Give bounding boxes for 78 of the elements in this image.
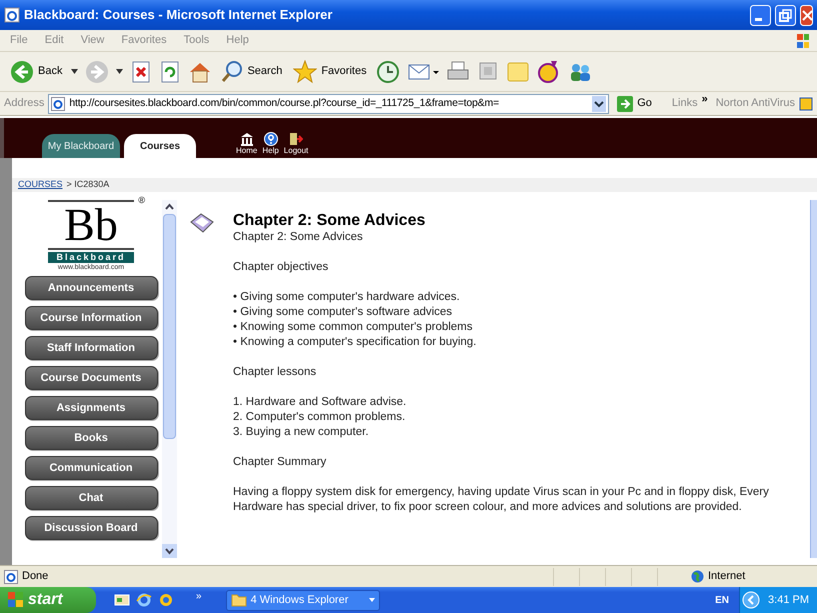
nav-link[interactable]: Help [262, 132, 279, 156]
chapter-subtitle: Chapter 2: Some Advices [233, 230, 364, 245]
stop-icon[interactable] [130, 60, 152, 84]
browser-icon[interactable] [136, 592, 152, 608]
taskbar-window-button[interactable]: 4 Windows Explorer [226, 590, 380, 610]
chapter-title: Chapter 2: Some Advices [233, 212, 426, 230]
toolbar-button[interactable]: Search [219, 56, 284, 86]
language-indicator[interactable]: EN [715, 592, 730, 608]
caret-icon [368, 598, 375, 602]
list-item: • Knowing some common computer's problems [233, 320, 474, 335]
sidebar-scrollbar[interactable] [162, 200, 177, 558]
norton-antivirus-button[interactable]: Norton AntiVirus [716, 95, 795, 112]
section-heading: Chapter objectives [233, 260, 330, 275]
logo-letters: Bb [64, 202, 118, 248]
course-menu-button[interactable]: Discussion Board [24, 516, 158, 540]
nav-link[interactable]: Logout [284, 132, 308, 156]
logo-wordmark: Blackboard [48, 252, 134, 263]
breadcrumb-link[interactable]: COURSES [18, 178, 63, 192]
content-scrollbar[interactable] [810, 200, 817, 558]
course-menu-button[interactable]: Chat [24, 486, 158, 510]
address-field[interactable]: http://coursesites.blackboard.com/bin/common/course.pl?course_id=_111725_1&frame=top&m= [48, 94, 610, 114]
chevron[interactable]: » [702, 91, 708, 108]
course-menu-button[interactable]: Books [24, 426, 158, 450]
clock: 3:41 PM [768, 592, 809, 608]
globe-icon [691, 570, 704, 583]
chevron[interactable]: » [196, 588, 202, 604]
toolbar-button[interactable]: Back [8, 56, 64, 86]
tab[interactable]: Courses [124, 134, 196, 158]
search-icon [221, 60, 244, 84]
restore-icon[interactable] [775, 4, 796, 26]
chevron-left-icon[interactable] [742, 591, 760, 609]
toolbar-button[interactable]: Favorites [291, 56, 369, 86]
building-icon [240, 132, 254, 146]
door-exit-icon [289, 132, 304, 146]
go-button[interactable]: Go [613, 95, 656, 112]
course-menu-button[interactable]: Assignments [24, 396, 158, 420]
media-player-icon[interactable] [158, 592, 174, 608]
section-heading: Chapter lessons [233, 365, 318, 380]
help-icon [264, 132, 278, 146]
diamond-folder-icon [189, 212, 215, 234]
course-menu-button[interactable]: Announcements [24, 276, 158, 300]
caret-icon[interactable] [71, 68, 78, 74]
windows-flag-icon [797, 32, 809, 50]
dropdown-icon[interactable] [592, 96, 606, 112]
start-button[interactable]: start [0, 587, 96, 613]
star-icon [293, 60, 318, 84]
caret-icon[interactable] [116, 68, 124, 74]
status-text: Done [22, 569, 50, 584]
clock-icon[interactable] [376, 60, 400, 84]
scroll-thumb[interactable] [163, 214, 176, 439]
list-item: 2. Computer's common problems. [233, 410, 406, 425]
scroll-down-icon[interactable] [162, 544, 177, 558]
desktop-icon[interactable] [114, 592, 130, 608]
go-arrow-icon [617, 96, 634, 112]
minimize-icon[interactable] [750, 4, 771, 26]
breadcrumb-current: > IC2830A [66, 178, 110, 192]
list-item: 1. Hardware and Software advise. [233, 395, 408, 410]
nav-link[interactable]: Home [236, 132, 258, 156]
window-title: Blackboard: Courses - Microsoft Internet Explorer [24, 6, 334, 24]
course-menu-button[interactable]: Staff Information [24, 336, 158, 360]
section-heading: Chapter Summary [233, 455, 328, 470]
course-menu-button[interactable]: Course Information [24, 306, 158, 330]
links-button[interactable]: Links [672, 95, 698, 112]
zone-label: Internet [708, 569, 746, 584]
refresh-icon[interactable] [159, 60, 182, 84]
list-item: • Giving some computer's hardware advices. [233, 290, 461, 305]
tab[interactable]: My Blackboard [42, 134, 120, 158]
close-icon[interactable] [800, 4, 813, 26]
list-item: • Giving some computer's software advices [233, 305, 454, 320]
summary-paragraph: Having a floppy system disk for emergency, having update Virus scan in your Pc and in floppy disk, Every Hardware has special driver, to fix poor screen colour, and more advices and solutions are provided. [233, 485, 770, 515]
windows-flag-icon [8, 592, 24, 608]
course-menu-button[interactable]: Communication [24, 456, 158, 480]
address-label: Address [4, 96, 44, 112]
list-item: • Knowing a computer's specification for buying. [233, 335, 478, 350]
folder-icon [230, 593, 247, 607]
course-menu-button[interactable]: Course Documents [24, 366, 158, 390]
list-item: 3. Buying a new computer. [233, 425, 370, 440]
registered-mark: ® [138, 196, 145, 205]
